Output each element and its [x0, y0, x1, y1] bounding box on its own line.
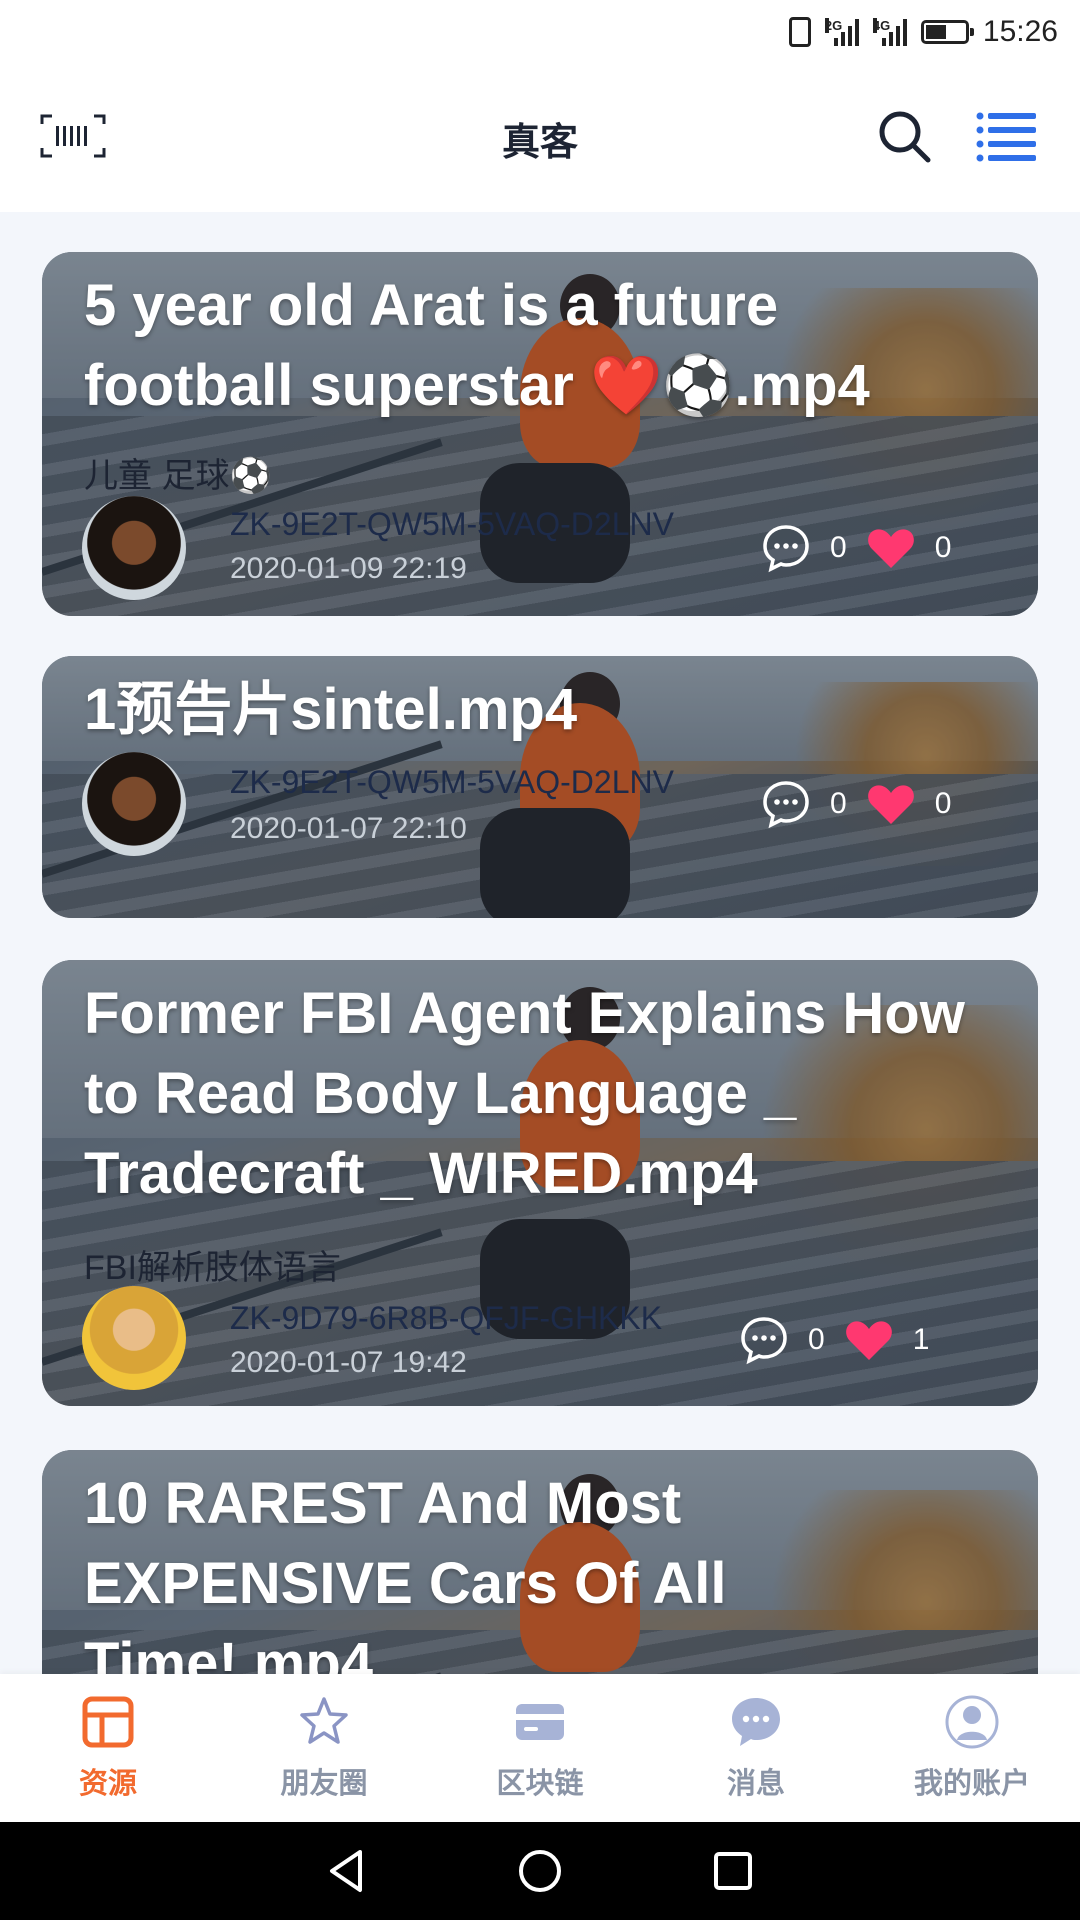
system-nav-bar — [0, 1822, 1080, 1920]
post-stats: 0 0 — [760, 522, 951, 574]
tab-messages[interactable]: 消息 — [666, 1694, 846, 1802]
post-card[interactable]: 1预告片sintel.mp4 ZK-9E2T-QW5M-5VAQ-D2LNV 2… — [42, 656, 1038, 918]
post-stats: 0 0 — [760, 778, 951, 830]
avatar[interactable] — [82, 1286, 186, 1390]
tab-label: 朋友圈 — [280, 1768, 368, 1800]
post-stats: 0 1 — [738, 1314, 929, 1366]
chat-bubble-icon — [732, 1698, 780, 1746]
bottom-tab-bar: 资源 朋友圈 区块链 消息 我的账户 — [0, 1674, 1080, 1822]
post-author-id[interactable]: ZK-9E2T-QW5M-5VAQ-D2LNV — [230, 506, 674, 543]
signal-icon: 2G — [824, 18, 859, 46]
post-title: 1预告片sintel.mp4 — [84, 677, 578, 742]
account-icon — [945, 1695, 999, 1749]
vibrate-icon — [788, 17, 811, 47]
tab-moments[interactable]: 朋友圈 — [234, 1694, 414, 1802]
avatar[interactable] — [82, 752, 186, 856]
tab-label: 我的账户 — [913, 1768, 1030, 1800]
signal-icon: 4G — [872, 18, 907, 46]
star-icon — [300, 1697, 348, 1744]
list-menu-icon[interactable] — [976, 110, 1038, 162]
comment-icon[interactable] — [760, 522, 812, 574]
post-title: Former FBI Agent Explains How to Read Bo… — [84, 981, 965, 1206]
post-date: 2020-01-07 19:42 — [230, 1346, 467, 1379]
avatar[interactable] — [82, 496, 186, 600]
page-title: 真客 — [501, 121, 578, 164]
comment-count: 0 — [808, 1323, 825, 1356]
post-author-id[interactable]: ZK-9D79-6R8B-QFJF-GHKKK — [230, 1300, 662, 1337]
like-count: 0 — [934, 531, 952, 564]
search-icon[interactable] — [876, 108, 932, 164]
barcode-scan-icon[interactable] — [40, 114, 106, 158]
battery-icon — [920, 20, 974, 44]
tab-label: 消息 — [726, 1768, 785, 1800]
comment-icon[interactable] — [738, 1314, 790, 1366]
comment-count: 0 — [830, 531, 847, 564]
comment-count: 0 — [830, 787, 847, 820]
heart-icon[interactable] — [865, 778, 917, 830]
tab-resources[interactable]: 资源 — [18, 1694, 198, 1802]
layout-icon — [82, 1696, 134, 1748]
comment-icon[interactable] — [760, 778, 812, 830]
post-card[interactable]: 5 year old Arat is a future football sup… — [42, 252, 1038, 616]
heart-icon[interactable] — [865, 522, 917, 574]
like-count: 0 — [934, 787, 952, 820]
network-type-label: 2G — [824, 18, 843, 33]
network-type-label: 4G — [872, 18, 891, 33]
post-date: 2020-01-09 22:19 — [230, 552, 467, 585]
post-tags: FBI解析肢体语言 — [84, 1249, 341, 1287]
post-date: 2020-01-07 22:10 — [230, 812, 467, 845]
post-title: 10 RAREST And Most EXPENSIVE Cars Of All… — [84, 1471, 727, 1674]
tab-label: 资源 — [78, 1768, 137, 1800]
heart-icon[interactable] — [843, 1314, 895, 1366]
post-author-id[interactable]: ZK-9E2T-QW5M-5VAQ-D2LNV — [230, 764, 674, 801]
tab-label: 区块链 — [496, 1768, 584, 1800]
post-title: 5 year old Arat is a future football sup… — [84, 273, 870, 418]
tab-account[interactable]: 我的账户 — [882, 1694, 1062, 1802]
back-icon[interactable] — [322, 1846, 372, 1896]
app-header: 真客 — [0, 64, 1080, 212]
status-time: 15:26 — [982, 15, 1058, 48]
home-icon[interactable] — [515, 1846, 565, 1896]
post-tags: 儿童 足球⚽ — [84, 457, 272, 495]
post-card[interactable]: 10 RAREST And Most EXPENSIVE Cars Of All… — [42, 1450, 1038, 1674]
resource-feed[interactable]: 5 year old Arat is a future football sup… — [0, 212, 1080, 1674]
status-bar: 2G 4G 15:26 — [0, 0, 1080, 64]
post-card[interactable]: Former FBI Agent Explains How to Read Bo… — [42, 960, 1038, 1406]
like-count: 1 — [912, 1323, 930, 1356]
card-icon — [516, 1704, 564, 1740]
recents-icon[interactable] — [708, 1846, 758, 1896]
tab-blockchain[interactable]: 区块链 — [450, 1694, 630, 1802]
